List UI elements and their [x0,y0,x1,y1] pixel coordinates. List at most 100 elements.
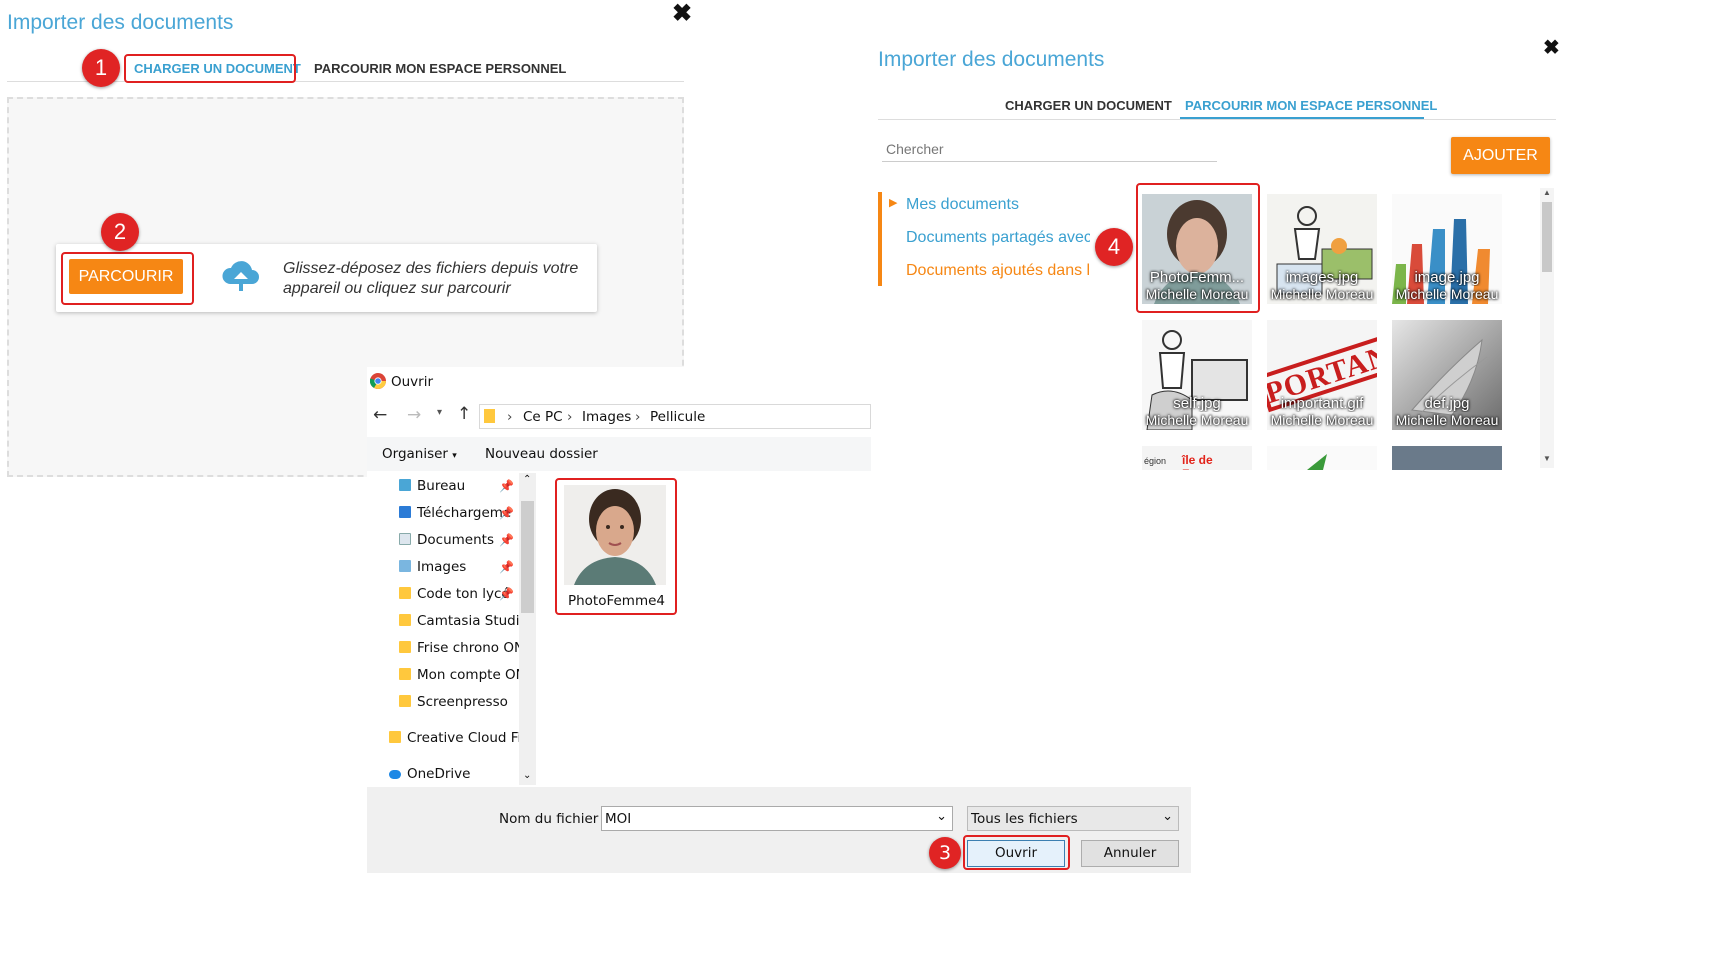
tree-item-images[interactable]: Images 📌 [385,554,520,581]
step-badge-4: 4 [1095,228,1133,266]
scroll-up-icon[interactable]: ⌃ [523,474,531,485]
thumb-partial-photo[interactable] [1392,446,1502,470]
tree-item-creative-cloud[interactable]: Creative Cloud File [385,725,520,752]
tree-item-frise-chrono[interactable]: Frise chrono ON [385,635,520,662]
highlight-browse-button [61,252,194,305]
thumb-important-gif[interactable]: PORTAN important.gif Michelle Moreau [1267,320,1377,430]
right-tabbar: CHARGER UN DOCUMENT PARCOURIR MON ESPACE… [878,94,1556,120]
left-close-icon[interactable]: ✖ [672,2,692,26]
thumb-images-jpg[interactable]: images.jpg Michelle Moreau [1267,194,1377,304]
tree-label: Screenpresso [417,694,508,710]
crumb-images[interactable]: Images [582,409,631,425]
nav-mes-documents[interactable]: Mes documents [906,196,1090,214]
tree-label: Bureau [417,478,466,494]
step-badge-1: 1 [82,49,120,87]
thumb-def-jpg[interactable]: def.jpg Michelle Moreau [1392,320,1502,430]
right-tab-upload[interactable]: CHARGER UN DOCUMENT [1005,98,1172,113]
documents-folder-icon [399,533,411,545]
thumb-region-idf[interactable]: égion île de France [1142,446,1252,470]
search-field[interactable]: Chercher [882,138,1217,162]
nav-active-caret-icon: ▶ [889,197,898,209]
onedrive-cloud-icon [389,770,401,779]
download-folder-icon [399,506,411,518]
organize-button[interactable]: Organiser ▾ [382,446,457,462]
folder-icon [399,479,411,491]
tree-item-documents[interactable]: Documents 📌 [385,527,520,554]
thumb-owner: Michelle Moreau [1270,412,1374,428]
region-prefix-text: égion [1144,456,1167,466]
pin-icon: 📌 [499,506,514,520]
address-folder-icon [484,409,495,423]
crumb-pellicule[interactable]: Pellicule [650,409,705,425]
crumb-sep-icon: › [507,409,513,425]
tree-item-onedrive[interactable]: OneDrive [385,761,520,788]
tree-item-mon-compte[interactable]: Mon compte ON [385,662,520,689]
file-type-select[interactable]: Tous les fichiers ⌄ [967,806,1179,831]
thumb-image-jpg[interactable]: image.jpg Michelle Moreau [1392,194,1502,304]
thumb-name: image.jpg [1414,269,1480,286]
filename-input[interactable]: MOI ⌄ [601,806,953,831]
highlight-upload-tab [124,54,296,83]
chevron-down-icon[interactable]: ⌄ [936,809,947,824]
chrome-icon [370,373,386,389]
chevron-down-icon[interactable]: ⌄ [1162,809,1173,824]
folder-icon [399,668,411,680]
thumb-owner: Michelle Moreau [1395,286,1499,302]
open-dialog-title: Ouvrir [391,374,434,390]
tree-label: Documents [417,532,494,548]
cancel-button[interactable]: Annuler [1081,840,1179,867]
tree-item-bureau[interactable]: Bureau 📌 [385,473,520,500]
thumbs-scrollbar[interactable]: ▲ ▼ [1540,188,1554,468]
thumb-partial-arrow[interactable] [1267,446,1377,470]
arrow-image [1307,454,1327,470]
pin-icon: 📌 [499,479,514,493]
right-dialog-title: Importer des documents [878,48,1105,71]
nav-documents-partages[interactable]: Documents partagés avec r [906,229,1090,247]
tree-item-code-ton-lycee[interactable]: Code ton lycé 📌 [385,581,520,608]
tree-label: Creative Cloud File [407,730,520,746]
address-bar[interactable]: › Ce PC › Images › Pellicule [479,404,871,429]
folder-icon [399,614,411,626]
recent-chevron-icon[interactable]: ▾ [437,407,442,418]
thumb-name: important.gif [1280,395,1364,412]
tree-label: Téléchargeme [417,505,512,521]
right-tab-browse-space[interactable]: PARCOURIR MON ESPACE PERSONNEL [1185,98,1437,113]
left-dialog-title: Importer des documents [7,11,234,34]
thumb-name: def.jpg [1424,395,1470,412]
tree-scrollbar[interactable]: ⌃ ⌄ [519,473,536,785]
scroll-down-icon[interactable]: ⌄ [523,770,531,781]
crumb-this-pc[interactable]: Ce PC [523,409,563,425]
pictures-folder-icon [399,560,411,572]
highlight-selected-thumb [1136,183,1260,313]
crumb-sep-icon: › [567,409,573,425]
tree-item-camtasia[interactable]: Camtasia Studio [385,608,520,635]
step-badge-2: 2 [101,213,139,251]
tree-item-downloads[interactable]: Téléchargeme 📌 [385,500,520,527]
thumb-owner: Michelle Moreau [1270,286,1374,302]
forward-arrow-icon[interactable]: → [407,405,421,425]
right-close-icon[interactable]: ✖ [1543,38,1560,58]
add-button[interactable]: AJOUTER [1451,137,1550,174]
up-arrow-icon[interactable]: ↑ [457,404,471,424]
folder-icon [399,641,411,653]
thumbs-scroll-thumb[interactable] [1542,202,1552,272]
open-file-dialog: Ouvrir ← → ▾ ↑ › Ce PC › Images › Pellic… [367,367,1191,873]
tree-scroll-thumb[interactable] [521,501,534,613]
left-tab-browse-space[interactable]: PARCOURIR MON ESPACE PERSONNEL [314,61,566,76]
back-arrow-icon[interactable]: ← [373,405,387,425]
thumb-self-jpg[interactable]: self.jpg Michelle Moreau [1142,320,1252,430]
dialog-toolbar: Organiser ▾ Nouveau dossier [367,437,871,471]
filename-label: Nom du fichier : [499,811,608,827]
tree-item-screenpresso[interactable]: Screenpresso [385,689,520,716]
new-folder-button[interactable]: Nouveau dossier [485,446,598,462]
scroll-up-icon[interactable]: ▲ [1543,188,1551,197]
pin-icon: 📌 [499,560,514,574]
thumb-name: images.jpg [1285,269,1359,286]
open-dialog-titlebar: Ouvrir [367,367,871,397]
tree-label: OneDrive [407,766,471,782]
tree-label: Code ton lycé [417,586,510,602]
nav-documents-ajoutes[interactable]: Documents ajoutés dans les [906,262,1090,280]
pin-icon: 📌 [499,533,514,547]
nav-active-bar [878,192,882,286]
scroll-down-icon[interactable]: ▼ [1543,454,1551,463]
